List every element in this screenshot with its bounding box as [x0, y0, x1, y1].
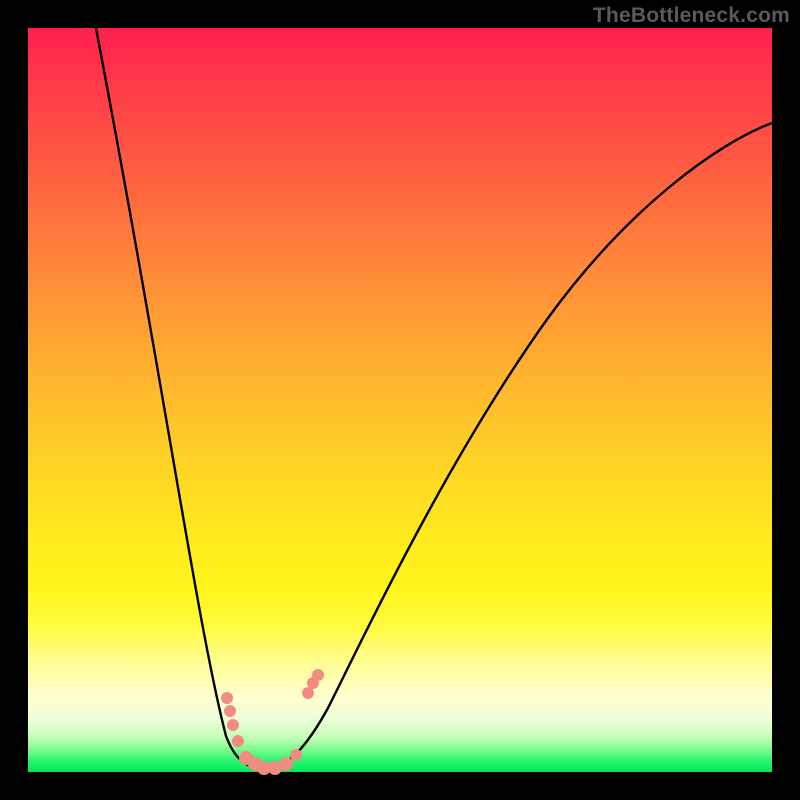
marker	[232, 735, 244, 747]
marker	[224, 705, 236, 717]
bottleneck-chart	[28, 28, 772, 772]
curve-path	[96, 28, 772, 768]
marker	[221, 692, 233, 704]
chart-area	[28, 28, 772, 772]
marker	[312, 669, 324, 681]
marker	[227, 719, 239, 731]
marker	[279, 757, 293, 771]
curve-markers	[221, 669, 324, 775]
marker	[290, 749, 302, 761]
watermark-text: TheBottleneck.com	[593, 4, 790, 28]
